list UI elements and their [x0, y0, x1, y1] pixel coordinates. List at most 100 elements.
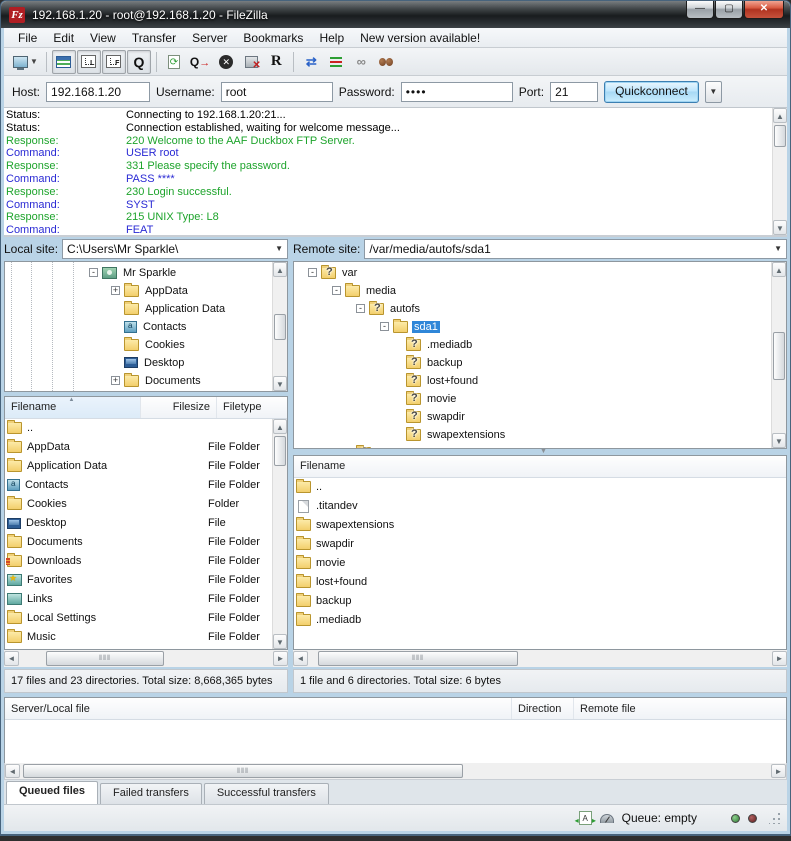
tree-item-lost-found[interactable]: lost+found [294, 372, 770, 390]
synchronized-browsing-button[interactable]: ∞ [349, 50, 373, 74]
file-row[interactable]: .titandev [294, 497, 786, 516]
scroll-left-icon[interactable]: ◄ [4, 651, 19, 666]
file-row[interactable]: lost+found [294, 573, 786, 592]
file-row[interactable]: swapdir [294, 535, 786, 554]
scrollbar-thumb[interactable] [274, 436, 286, 466]
tree-item-media[interactable]: -media [294, 282, 770, 300]
local-horizontal-scrollbar[interactable]: ◄ ⦀⦀⦀ ► [4, 650, 288, 667]
column-header-filetype[interactable]: Filetype [217, 397, 287, 418]
file-row[interactable]: backup [294, 592, 786, 611]
tree-item-backup[interactable]: backup [294, 354, 770, 372]
menu-view[interactable]: View [82, 29, 124, 47]
remote-horizontal-scrollbar[interactable]: ◄ ⦀⦀⦀ ► [293, 650, 787, 667]
tree-item-autofs[interactable]: -autofs [294, 300, 770, 318]
scroll-right-icon[interactable]: ► [772, 651, 787, 666]
quickconnect-dropdown-button[interactable]: ▼ [705, 81, 722, 103]
minimize-button[interactable]: — [686, 1, 714, 19]
local-list-scrollbar[interactable]: ▲ ▼ [272, 419, 287, 649]
file-row[interactable]: Application DataFile Folder [5, 457, 272, 476]
file-row[interactable]: DesktopFile [5, 514, 272, 533]
process-queue-button[interactable]: Q→ [187, 50, 213, 74]
chevron-down-icon[interactable]: ▼ [774, 244, 782, 253]
scrollbar-thumb[interactable] [774, 125, 786, 147]
local-site-combobox[interactable]: C:\Users\Mr Sparkle\ ▼ [62, 239, 288, 259]
scroll-down-icon[interactable]: ▼ [273, 376, 287, 391]
toggle-message-log-button[interactable] [52, 50, 76, 74]
tree-item-documents[interactable]: +Documents [5, 372, 271, 390]
menu-new-version-notice[interactable]: New version available! [352, 29, 488, 47]
resize-grip[interactable] [769, 812, 781, 824]
toggle-local-tree-button[interactable]: L [77, 50, 101, 74]
column-header-server-local-file[interactable]: Server/Local file [5, 698, 512, 719]
scroll-left-icon[interactable]: ◄ [5, 764, 20, 778]
file-row[interactable]: ContactsFile Folder [5, 476, 272, 495]
file-row[interactable]: .. [294, 478, 786, 497]
scroll-up-icon[interactable]: ▲ [773, 108, 787, 123]
tree-item-desktop[interactable]: Desktop [5, 354, 271, 372]
file-row[interactable]: LinksFile Folder [5, 590, 272, 609]
column-header-filename[interactable]: ▲Filename [5, 397, 141, 418]
menu-transfer[interactable]: Transfer [124, 29, 184, 47]
quickconnect-button[interactable]: Quickconnect [604, 81, 699, 103]
expander-icon[interactable]: - [380, 322, 389, 331]
site-manager-button[interactable]: ▼ [10, 50, 41, 74]
host-input[interactable]: 192.168.1.20 [46, 82, 150, 102]
chevron-down-icon[interactable]: ▼ [275, 244, 283, 253]
remote-tree-scrollbar[interactable]: ▲ ▼ [771, 262, 786, 448]
tree-item-appdata[interactable]: +AppData [5, 282, 271, 300]
file-row[interactable]: AppDataFile Folder [5, 438, 272, 457]
file-row[interactable]: .. [5, 419, 272, 438]
tree-item-downloads[interactable]: +Downloads [5, 390, 271, 391]
tree-item-cookies[interactable]: Cookies [5, 336, 271, 354]
local-tree-scrollbar[interactable]: ▲ ▼ [272, 262, 287, 391]
tree-item-swapdir[interactable]: swapdir [294, 408, 770, 426]
file-row[interactable]: FavoritesFile Folder [5, 571, 272, 590]
menu-server[interactable]: Server [184, 29, 235, 47]
scroll-right-icon[interactable]: ► [273, 651, 288, 666]
refresh-button[interactable]: ⟳ [162, 50, 186, 74]
expander-icon[interactable]: - [356, 304, 365, 313]
scroll-up-icon[interactable]: ▲ [273, 419, 287, 434]
scrollbar-thumb[interactable]: ⦀⦀⦀ [318, 651, 518, 666]
title-bar[interactable]: Fz 192.168.1.20 - root@192.168.1.20 - Fi… [1, 1, 790, 28]
site-manager-dropdown-icon[interactable]: ▼ [30, 57, 38, 66]
tree-item-swapextensions[interactable]: swapextensions [294, 426, 770, 444]
scroll-left-icon[interactable]: ◄ [293, 651, 308, 666]
remote-site-combobox[interactable]: /var/media/autofs/sda1 ▼ [364, 239, 787, 259]
file-row[interactable]: MusicFile Folder [5, 628, 272, 647]
file-row[interactable]: .mediadb [294, 611, 786, 630]
toggle-remote-tree-button[interactable]: F [102, 50, 126, 74]
menu-help[interactable]: Help [311, 29, 352, 47]
column-header-filename[interactable]: Filename [294, 456, 786, 477]
toggle-queue-button[interactable]: Q [127, 50, 151, 74]
column-header-direction[interactable]: Direction [512, 698, 574, 719]
scroll-up-icon[interactable]: ▲ [273, 262, 287, 277]
column-header-remote-file[interactable]: Remote file [574, 698, 786, 719]
transfer-type-icon[interactable]: A [579, 811, 592, 825]
tree-item-movie[interactable]: movie [294, 390, 770, 408]
directory-listing-filters-button[interactable] [324, 50, 348, 74]
compare-directories-button[interactable]: ⇄ [299, 50, 323, 74]
disconnect-button[interactable] [239, 50, 263, 74]
tab-failed-transfers[interactable]: Failed transfers [100, 783, 202, 804]
expander-icon[interactable]: - [332, 286, 341, 295]
password-input[interactable]: •••• [401, 82, 513, 102]
scrollbar-thumb[interactable]: ⦀⦀⦀ [46, 651, 164, 666]
file-row[interactable]: swapextensions [294, 516, 786, 535]
expander-icon[interactable]: + [111, 286, 120, 295]
speed-limits-icon[interactable] [600, 814, 614, 823]
menu-bookmarks[interactable]: Bookmarks [235, 29, 311, 47]
scrollbar-thumb[interactable] [773, 332, 785, 380]
scrollbar-thumb[interactable]: ⦀⦀⦀ [23, 764, 463, 778]
file-row[interactable]: CookiesFolder [5, 495, 272, 514]
username-input[interactable]: root [221, 82, 333, 102]
tree-item-sda1[interactable]: -sda1 [294, 318, 770, 336]
port-input[interactable]: 21 [550, 82, 598, 102]
file-row[interactable]: movie [294, 554, 786, 573]
file-row[interactable]: DocumentsFile Folder [5, 533, 272, 552]
tree-item-dvd[interactable]: dvd [294, 444, 770, 448]
expander-icon[interactable]: - [308, 268, 317, 277]
expander-icon[interactable]: + [111, 376, 120, 385]
tree-item-mr-sparkle[interactable]: -Mr Sparkle [5, 264, 271, 282]
maximize-button[interactable]: ▢ [715, 1, 743, 19]
